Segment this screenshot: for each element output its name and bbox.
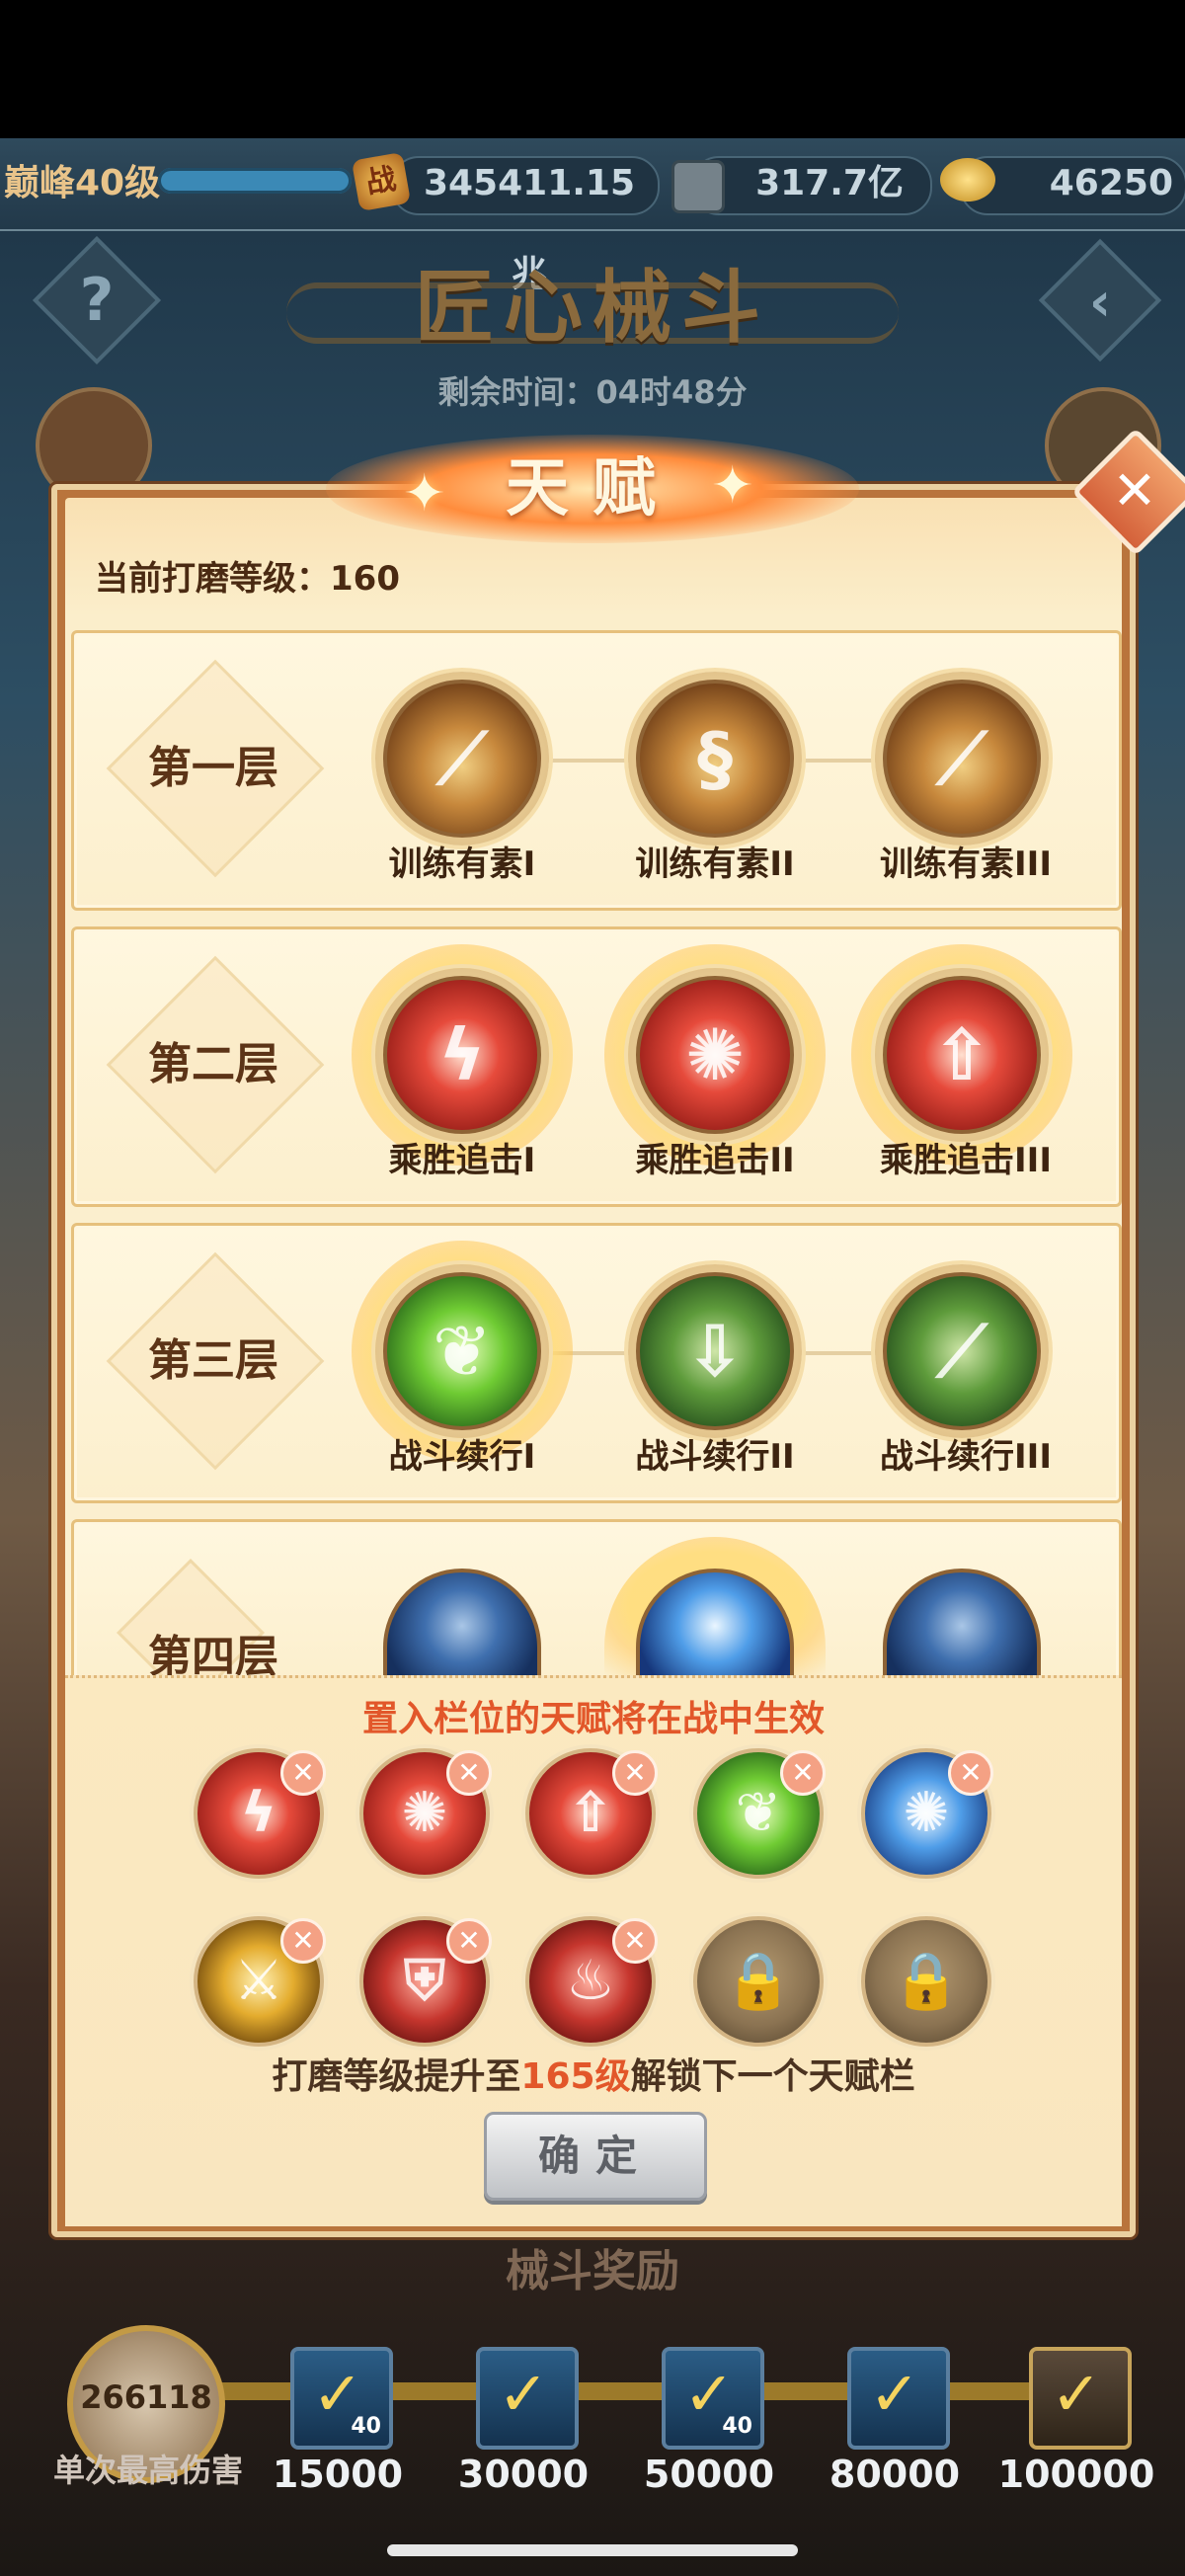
remaining-time: 剩余时间：04时48分 [437, 373, 748, 411]
arrow-up-glyph: ⇧ [931, 1013, 992, 1096]
gold-value: 46250 [1049, 163, 1173, 203]
slash-glyph: ⟋ [936, 1310, 988, 1393]
close-icon[interactable]: ✕ [1086, 443, 1183, 539]
confirm-button[interactable]: 确定 [484, 2112, 707, 2201]
home-indicator [387, 2544, 798, 2556]
reward-threshold: 80000 [829, 2453, 961, 2496]
flame-glyph: § [697, 717, 733, 800]
talent-name: 乘胜追击I [388, 1141, 536, 1180]
power-icon: 战 [351, 151, 412, 212]
remove-slot-icon[interactable]: ✕ [446, 1750, 492, 1796]
event-title: 匠心械斗 [415, 262, 770, 354]
lightning-glyph: ϟ [438, 1013, 486, 1096]
reward-threshold: 100000 [997, 2453, 1155, 2496]
status-bar [0, 0, 1185, 138]
reward-threshold: 50000 [643, 2453, 775, 2496]
question-icon[interactable]: ? [51, 255, 142, 346]
remove-slot-icon[interactable]: ✕ [948, 1750, 993, 1796]
coin-icon [672, 160, 725, 213]
peak-level-label: 巅峰40级 [4, 163, 161, 203]
layer-label: 第二层 [148, 1039, 278, 1089]
coins-value: 317.7亿 [755, 163, 904, 203]
arrow-down-glyph: ⇩ [684, 1310, 746, 1393]
max-damage-label: 单次最高伤害 [52, 2452, 243, 2489]
talent-name: 战斗续行I [388, 1437, 536, 1477]
talent-name: 训练有素III [880, 845, 1052, 884]
slots-hint: 置入栏位的天赋将在战中生效 [361, 1699, 825, 1739]
gold-ingot-icon [940, 158, 995, 201]
check-icon: ✓ [498, 2358, 549, 2430]
talent-name: 乘胜追击III [880, 1141, 1052, 1180]
unlock-hint-suffix: 解锁下一个天赋栏 [630, 2056, 915, 2097]
slash-glyph: ⟋ [936, 717, 988, 800]
remove-slot-icon[interactable]: ✕ [280, 1750, 326, 1796]
talent-name: 训练有素II [635, 845, 795, 884]
unlock-hint-level: 165级 [520, 2056, 631, 2097]
back-arrow-icon[interactable]: ‹ [1057, 259, 1144, 346]
claw-glyph: ⟋ [436, 717, 488, 800]
max-damage-value: 266118 [80, 2378, 212, 2416]
remove-slot-icon[interactable]: ✕ [612, 1918, 658, 1964]
check-icon: ✓ [869, 2358, 920, 2430]
check-icon: ✓ [1051, 2358, 1102, 2430]
unlock-hint-prefix: 打磨等级提升至 [272, 2056, 521, 2097]
remove-slot-icon[interactable]: ✕ [446, 1918, 492, 1964]
vortex-glyph: ✺ [684, 1013, 746, 1096]
talent-name: 战斗续行II [635, 1437, 795, 1477]
remove-slot-icon[interactable]: ✕ [780, 1750, 826, 1796]
reward-qty: 40 [351, 2414, 381, 2439]
level-progress-bar [158, 168, 352, 194]
leaf-glyph: ❦ [432, 1310, 493, 1393]
reward-qty: 40 [722, 2414, 752, 2439]
talent-name: 战斗续行III [880, 1437, 1052, 1477]
unlock-hint: 打磨等级提升至165级解锁下一个天赋栏 [65, 2051, 1122, 2104]
remove-slot-icon[interactable]: ✕ [612, 1750, 658, 1796]
remove-slot-icon[interactable]: ✕ [280, 1918, 326, 1964]
current-polish-level: 当前打磨等级：160 [95, 559, 400, 599]
layer-label: 第一层 [148, 743, 278, 793]
talent-name: 训练有素I [388, 845, 536, 884]
rewards-title: 械斗奖励 [506, 2246, 679, 2296]
lock-icon: 🔒 [724, 1949, 793, 2013]
dialog-title: 天赋 [506, 452, 679, 525]
lock-icon: 🔒 [892, 1949, 961, 2013]
layer-label: 第三层 [148, 1335, 278, 1386]
reward-threshold: 30000 [457, 2453, 590, 2496]
talent-name: 乘胜追击II [635, 1141, 795, 1180]
reward-threshold: 15000 [272, 2453, 404, 2496]
